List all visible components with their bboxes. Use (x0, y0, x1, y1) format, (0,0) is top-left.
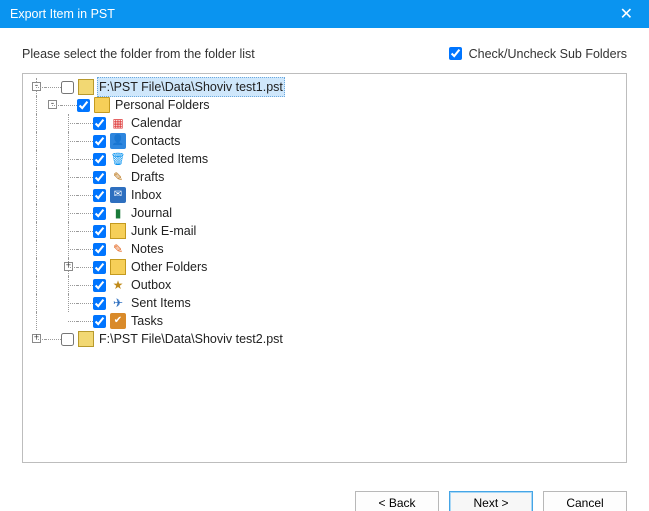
window-title: Export Item in PST (10, 7, 614, 21)
node-checkbox[interactable] (93, 315, 106, 328)
node-checkbox[interactable] (93, 243, 106, 256)
node-checkbox[interactable] (93, 297, 106, 310)
tree-node[interactable]: + Other Folders (29, 258, 620, 276)
node-label[interactable]: Outbox (129, 276, 173, 294)
journal-icon: ▮ (110, 205, 126, 221)
node-checkbox[interactable] (61, 333, 74, 346)
drafts-icon: ✎ (110, 169, 126, 185)
back-button[interactable]: < Back (355, 491, 439, 511)
tree-node[interactable]: ▮Journal (29, 204, 620, 222)
expand-icon[interactable]: + (32, 334, 41, 343)
tree-node[interactable]: ★Outbox (29, 276, 620, 294)
tree-node[interactable]: ✔Tasks (29, 312, 620, 330)
tree-node[interactable]: - F:\PST File\Data\Shoviv test1.pst (29, 78, 620, 96)
node-label[interactable]: Drafts (129, 168, 166, 186)
cancel-button[interactable]: Cancel (543, 491, 627, 511)
node-checkbox[interactable] (93, 279, 106, 292)
pfolder-icon (94, 97, 110, 113)
check-subfolders-checkbox[interactable] (449, 47, 462, 60)
node-checkbox[interactable] (93, 153, 106, 166)
node-label[interactable]: Inbox (129, 186, 164, 204)
node-checkbox[interactable] (77, 99, 90, 112)
tree-node[interactable]: Junk E-mail (29, 222, 620, 240)
expand-icon[interactable]: + (64, 262, 73, 271)
node-label[interactable]: Tasks (129, 312, 165, 330)
other-icon (110, 259, 126, 275)
tree-node[interactable]: + F:\PST File\Data\Shoviv test2.pst (29, 330, 620, 348)
del-icon: 🗑 (110, 151, 126, 167)
tree-node[interactable]: ✎Notes (29, 240, 620, 258)
check-subfolders-label[interactable]: Check/Uncheck Sub Folders (445, 44, 627, 63)
pst-icon (78, 79, 94, 95)
junk-icon (110, 223, 126, 239)
check-subfolders-text: Check/Uncheck Sub Folders (469, 47, 627, 61)
node-label[interactable]: F:\PST File\Data\Shoviv test1.pst (97, 77, 285, 97)
contacts-icon: 👤 (110, 133, 126, 149)
cal-icon: ▦ (110, 115, 126, 131)
node-label[interactable]: Journal (129, 204, 174, 222)
tasks-icon: ✔ (110, 313, 126, 329)
node-checkbox[interactable] (93, 117, 106, 130)
node-checkbox[interactable] (93, 189, 106, 202)
node-checkbox[interactable] (93, 135, 106, 148)
pst-icon (78, 331, 94, 347)
node-checkbox[interactable] (93, 261, 106, 274)
collapse-icon[interactable]: - (48, 100, 57, 109)
tree-node[interactable]: 👤Contacts (29, 132, 620, 150)
button-bar: < Back Next > Cancel (0, 473, 649, 511)
node-label[interactable]: F:\PST File\Data\Shoviv test2.pst (97, 330, 285, 348)
prompt-text: Please select the folder from the folder… (22, 47, 445, 61)
node-label[interactable]: Sent Items (129, 294, 193, 312)
tree-node[interactable]: 🗑Deleted Items (29, 150, 620, 168)
titlebar: Export Item in PST ✕ (0, 0, 649, 28)
next-button[interactable]: Next > (449, 491, 533, 511)
close-icon[interactable]: ✕ (614, 4, 639, 24)
node-label[interactable]: Other Folders (129, 258, 209, 276)
tree-node[interactable]: ✈Sent Items (29, 294, 620, 312)
node-checkbox[interactable] (93, 225, 106, 238)
node-label[interactable]: Calendar (129, 114, 184, 132)
node-checkbox[interactable] (93, 207, 106, 220)
collapse-icon[interactable]: - (32, 82, 41, 91)
outbox-icon: ★ (110, 277, 126, 293)
node-label[interactable]: Contacts (129, 132, 182, 150)
sent-icon: ✈ (110, 295, 126, 311)
node-checkbox[interactable] (61, 81, 74, 94)
node-label[interactable]: Junk E-mail (129, 222, 198, 240)
node-label[interactable]: Deleted Items (129, 150, 210, 168)
tree-node[interactable]: - Personal Folders (29, 96, 620, 114)
inbox-icon: ✉ (110, 187, 126, 203)
node-label[interactable]: Personal Folders (113, 96, 212, 114)
tree-node[interactable]: ▦Calendar (29, 114, 620, 132)
node-label[interactable]: Notes (129, 240, 166, 258)
folder-tree[interactable]: - F:\PST File\Data\Shoviv test1.pst - Perso… (22, 73, 627, 463)
notes-icon: ✎ (110, 241, 126, 257)
node-checkbox[interactable] (93, 171, 106, 184)
tree-node[interactable]: ✉Inbox (29, 186, 620, 204)
tree-node[interactable]: ✎Drafts (29, 168, 620, 186)
